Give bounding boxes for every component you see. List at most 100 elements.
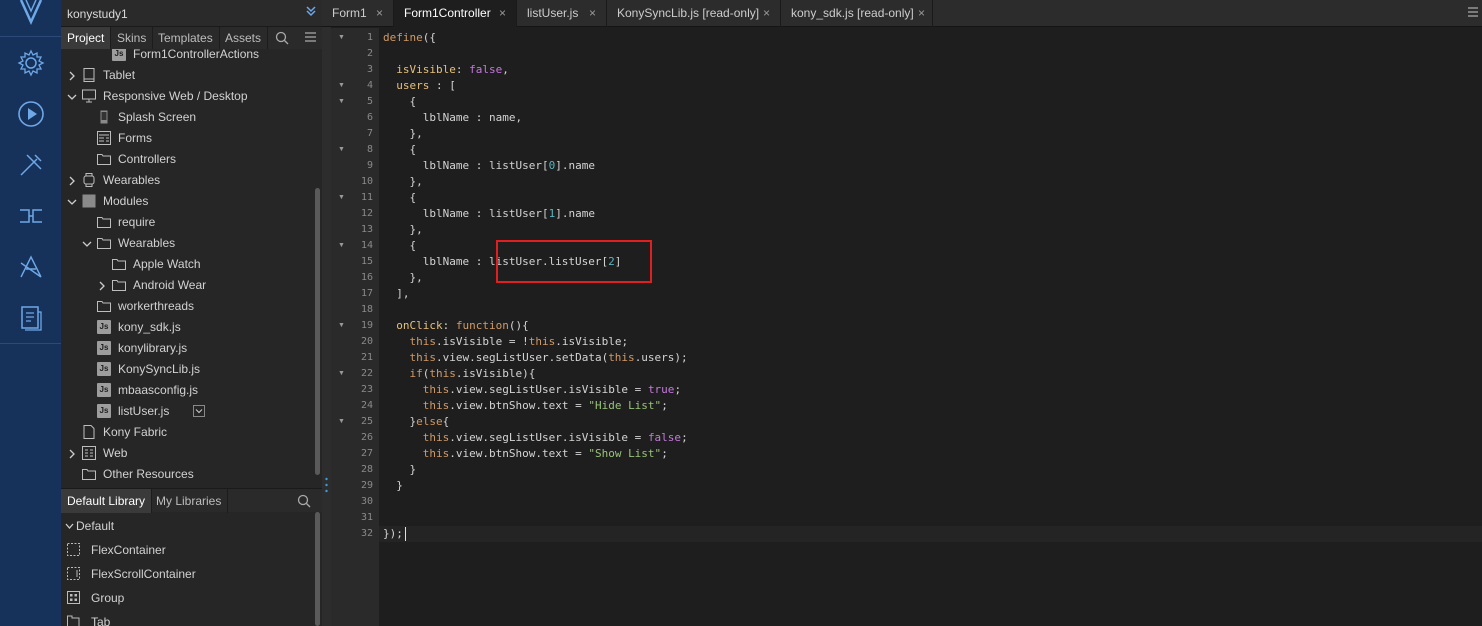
tree-scrollbar[interactable]	[315, 188, 320, 475]
panel-splitter[interactable]	[322, 0, 331, 626]
code-line[interactable]: this.view.segListUser.isVisible = false;	[383, 430, 688, 446]
dropdown-icon[interactable]	[193, 405, 206, 420]
documents-icon[interactable]	[0, 293, 61, 343]
chevron-right-icon[interactable]	[67, 70, 77, 81]
fold-arrow-icon[interactable]: ▼	[338, 190, 346, 206]
code-line[interactable]: }	[383, 462, 416, 478]
chevron-down-icon[interactable]	[82, 238, 92, 248]
code-line[interactable]: onClick: function(){	[383, 318, 528, 334]
chevron-right-icon[interactable]	[67, 175, 77, 186]
chevron-right-icon[interactable]	[97, 280, 107, 291]
code-line[interactable]: {	[383, 190, 416, 206]
search-icon[interactable]	[275, 31, 289, 48]
tab-project[interactable]: Project	[61, 27, 112, 49]
tab-my-libraries[interactable]: My Libraries	[150, 489, 229, 513]
chevron-down-icon[interactable]	[67, 91, 77, 101]
chevron-down-icon[interactable]	[67, 196, 77, 206]
fold-arrow-icon[interactable]: ▼	[338, 78, 346, 94]
tree-item[interactable]: Js KonySyncLib.js	[61, 359, 313, 380]
tree-item[interactable]: Splash Screen	[61, 107, 313, 128]
fold-arrow-icon[interactable]: ▼	[338, 30, 346, 46]
code-line[interactable]: },	[383, 174, 422, 190]
tree-item[interactable]: Js kony_sdk.js	[61, 317, 313, 338]
widget-tab[interactable]: Tab	[61, 610, 313, 626]
workspace-header[interactable]: konystudy1	[61, 0, 322, 27]
code-line[interactable]: define({	[383, 30, 436, 46]
code-line[interactable]: {	[383, 238, 416, 254]
close-icon[interactable]: ×	[918, 0, 925, 27]
code-line[interactable]: this.view.btnShow.text = "Hide List";	[383, 398, 668, 414]
tab-kony-sdk-js[interactable]: kony_sdk.js [read-only] ×	[781, 0, 933, 27]
code-line[interactable]: isVisible: false,	[383, 62, 509, 78]
code-line[interactable]: if(this.isVisible){	[383, 366, 536, 382]
design-icon[interactable]	[0, 242, 61, 292]
settings-gear-icon[interactable]	[0, 38, 61, 88]
library-search-icon[interactable]	[297, 494, 311, 511]
code-line[interactable]: {	[383, 142, 416, 158]
close-icon[interactable]: ×	[763, 0, 770, 27]
tree-item[interactable]: Controllers	[61, 149, 313, 170]
widget-flexcontainer[interactable]: FlexContainer	[61, 538, 313, 562]
tree-item[interactable]: Kony Fabric	[61, 422, 313, 443]
tab-assets[interactable]: Assets	[219, 27, 269, 49]
build-tools-icon[interactable]	[0, 140, 61, 190]
close-icon[interactable]: ×	[376, 0, 383, 27]
tree-item[interactable]: Js konylibrary.js	[61, 338, 313, 359]
code-line[interactable]: lblName : name,	[383, 110, 522, 126]
code-line[interactable]: this.view.segListUser.setData(this.users…	[383, 350, 688, 366]
chevron-right-icon[interactable]	[67, 448, 77, 459]
tree-item[interactable]: require	[61, 212, 313, 233]
tree-item[interactable]: Forms	[61, 128, 313, 149]
tree-item[interactable]: Responsive Web / Desktop	[61, 86, 313, 107]
tab-listuser-js[interactable]: listUser.js ×	[517, 0, 607, 27]
fold-arrow-icon[interactable]: ▼	[338, 414, 346, 430]
widget-flexscrollcontainer[interactable]: FlexScrollContainer	[61, 562, 313, 586]
tab-form1[interactable]: Form1 ×	[322, 0, 394, 27]
tree-item[interactable]: Apple Watch	[61, 254, 313, 275]
code-line[interactable]: users : [	[383, 78, 456, 94]
code-line[interactable]: lblName : listUser[1].name	[383, 206, 595, 222]
code-line[interactable]: this.view.btnShow.text = "Show List";	[383, 446, 668, 462]
tab-templates[interactable]: Templates	[152, 27, 220, 49]
fold-arrow-icon[interactable]: ▼	[338, 142, 346, 158]
code-line[interactable]: });	[383, 526, 403, 542]
integration-icon[interactable]	[0, 191, 61, 241]
double-chevron-down-icon[interactable]	[306, 5, 316, 20]
tree-item[interactable]: Wearables	[61, 170, 313, 191]
tree-item[interactable]: Wearables	[61, 233, 313, 254]
tab-skins[interactable]: Skins	[111, 27, 154, 49]
tree-item[interactable]: Js mbaasconfig.js	[61, 380, 313, 401]
code-line[interactable]: this.isVisible = !this.isVisible;	[383, 334, 629, 350]
code-line[interactable]: {	[383, 94, 416, 110]
widget-group[interactable]: Group	[61, 586, 313, 610]
code-line[interactable]: lblName : listUser[0].name	[383, 158, 595, 174]
tree-item[interactable]: Tablet	[61, 65, 313, 86]
fold-arrow-icon[interactable]: ▼	[338, 94, 346, 110]
fold-arrow-icon[interactable]: ▼	[338, 366, 346, 382]
fold-arrow-icon[interactable]: ▼	[338, 238, 346, 254]
code-line[interactable]: },	[383, 222, 422, 238]
library-group-default[interactable]: Default	[61, 514, 313, 538]
run-play-icon[interactable]	[0, 89, 61, 139]
tree-item[interactable]: Js listUser.js	[61, 401, 313, 422]
tree-item[interactable]: Web	[61, 443, 313, 464]
tab-form1controller[interactable]: Form1Controller ×	[394, 0, 517, 27]
close-icon[interactable]: ×	[499, 0, 506, 27]
code-line[interactable]: }	[383, 478, 403, 494]
fold-arrow-icon[interactable]: ▼	[338, 318, 346, 334]
tree-item[interactable]: Js Form1ControllerActions	[61, 49, 313, 65]
tree-item[interactable]: Modules	[61, 191, 313, 212]
code-line[interactable]: }else{	[383, 414, 449, 430]
menu-icon[interactable]	[304, 31, 317, 46]
code-line[interactable]: },	[383, 126, 422, 142]
tree-item[interactable]: workerthreads	[61, 296, 313, 317]
library-scrollbar[interactable]	[315, 512, 320, 626]
code-line[interactable]: ],	[383, 286, 409, 302]
editor-menu-icon[interactable]	[1468, 6, 1478, 21]
kony-logo-icon[interactable]	[0, 0, 61, 36]
close-icon[interactable]: ×	[589, 0, 596, 27]
code-line[interactable]: },	[383, 270, 422, 286]
tab-konysynclib-js[interactable]: KonySyncLib.js [read-only] ×	[607, 0, 781, 27]
tree-item[interactable]: Other Resources	[61, 464, 313, 483]
code-line[interactable]: this.view.segListUser.isVisible = true;	[383, 382, 681, 398]
